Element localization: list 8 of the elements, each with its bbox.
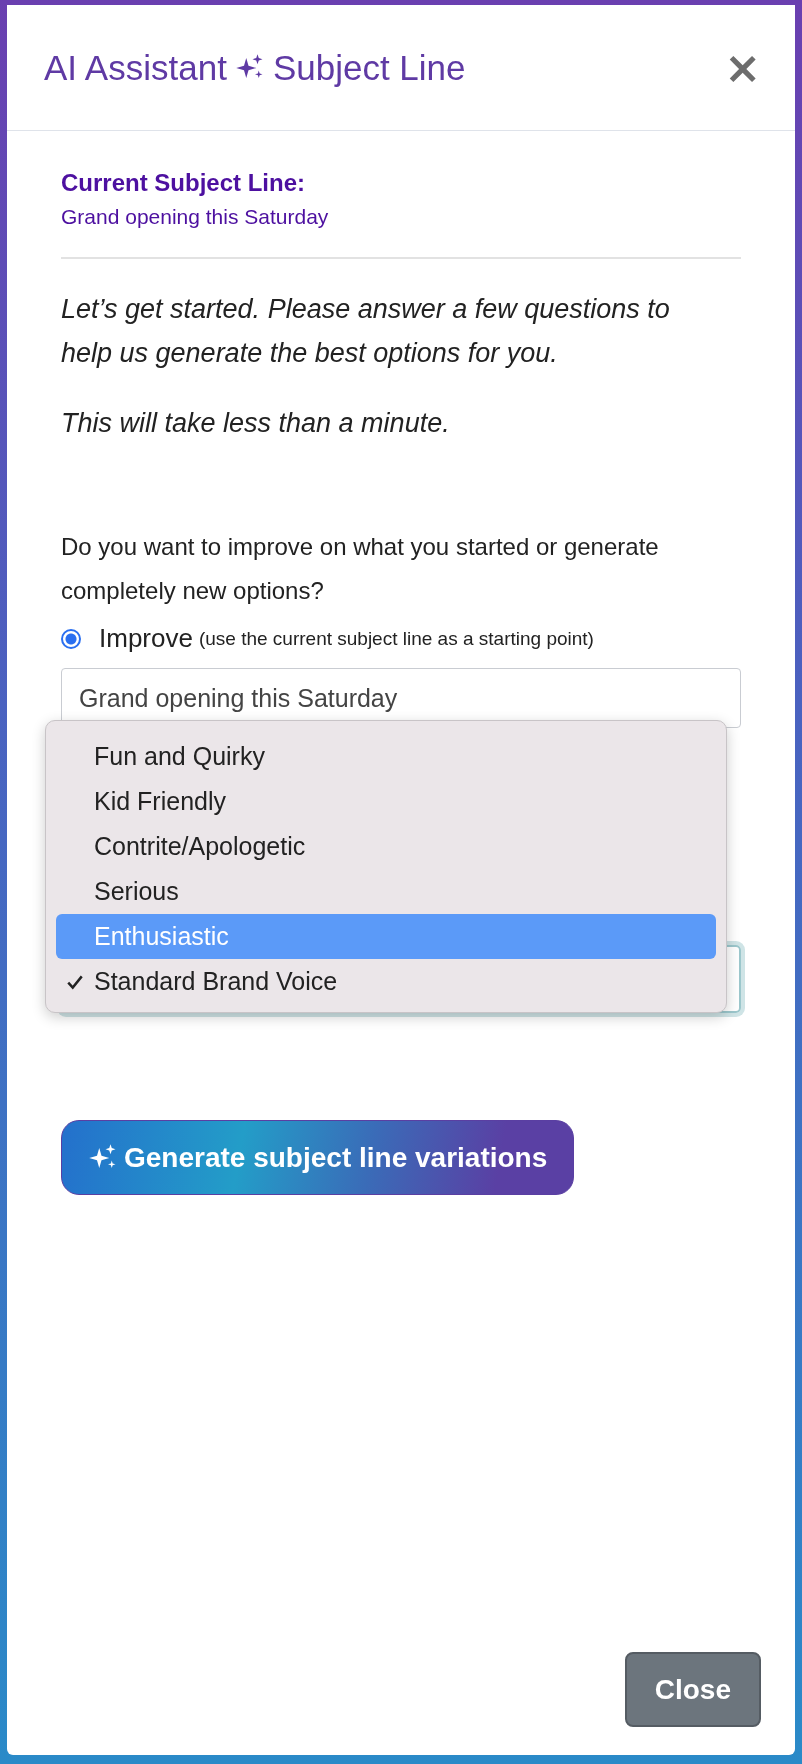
radio-hint: (use the current subject line as a starting point) xyxy=(198,627,594,650)
dialog-title: Subject Line xyxy=(272,47,466,88)
current-subject-heading: Current Subject Line: xyxy=(61,169,307,197)
dialog-title: AI Assistant xyxy=(44,47,227,88)
intro-paragraph: This will take less than a minute. xyxy=(61,407,451,440)
question-text: Do you want to improve on what you started or generate completely new options? xyxy=(61,532,660,606)
intro-paragraph: Let’s get started. Please answer a few questions to help us generate the best options for you. xyxy=(61,293,671,370)
current-subject-text: Grand opening this Saturday xyxy=(61,205,330,229)
